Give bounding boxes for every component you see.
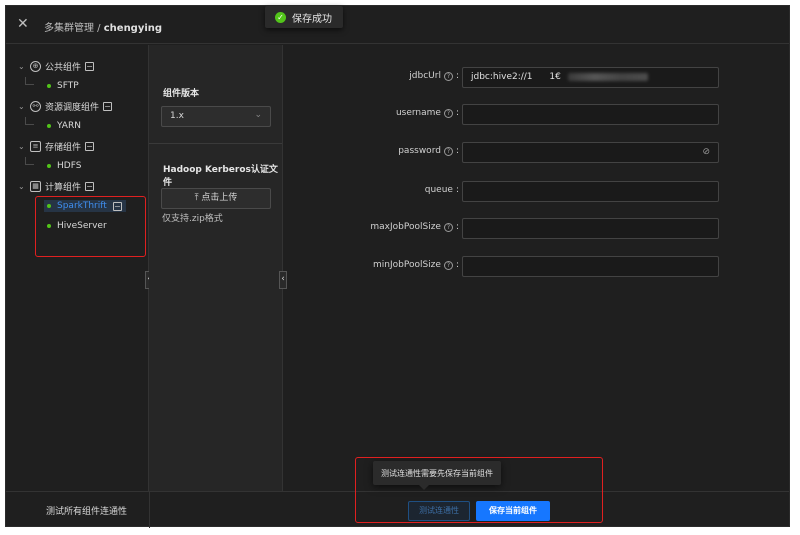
highlight-box [355,457,603,523]
tree-connector [25,77,34,85]
version-value: 1.x [170,111,184,121]
breadcrumb-separator: / [94,23,104,34]
page-title: 多集群管理 / chengying [44,19,162,34]
check-circle-icon: ✓ [275,11,286,23]
label-colon: : [455,222,459,232]
version-panel: 组件版本 1.x ⌄ Hadoop Kerberos认证文件 ⤒ 点击上传 仅支… [149,45,287,491]
label-colon: : [455,146,459,156]
divider [149,143,282,144]
tree-item-yarn[interactable]: YARN [47,121,81,131]
form-row-password: password ?: ⊘ [284,142,789,163]
help-icon[interactable]: ? [443,146,453,156]
chevron-down-icon[interactable]: ⌄ [18,62,26,71]
field-label-text: jdbcUrl [409,71,441,81]
username-input[interactable] [462,104,719,125]
form-row-queue: queue: [284,181,789,202]
tree-item-label: YARN [57,121,81,131]
field-label: username ?: [396,108,459,118]
tree-item-sftp[interactable]: SFTP [47,81,79,91]
field-label: minJobPoolSize ?: [373,260,459,270]
label-colon: : [455,108,459,118]
breadcrumb-cluster: chengying [103,23,163,34]
field-label: jdbcUrl ?: [409,71,459,81]
field-label: maxJobPoolSize ?: [370,222,459,232]
form-row-jdbcurl: jdbcUrl ?: jdbc:hive2://1 1€ [284,67,789,88]
field-label-text: queue [424,185,453,195]
upload-button[interactable]: ⤒ 点击上传 [161,188,271,209]
tree-item-label: HDFS [57,161,82,171]
component-tree: ⌄ ⊕ 公共组件 − SFTP ⌄ ⚯ 资源调度组件 − YARN ⌄ ≡ 存储… [6,45,153,491]
jdbcurl-input[interactable]: jdbc:hive2://1 1€ [462,67,719,88]
minjobpoolsize-input[interactable] [462,256,719,277]
version-label: 组件版本 [163,89,200,99]
status-dot-icon [47,124,51,128]
input-value: jdbc:hive2://1 [471,72,533,82]
redacted-text [567,72,648,81]
chevron-down-icon: ⌄ [254,110,262,120]
eye-invisible-icon[interactable]: ⊘ [702,147,710,157]
success-toast: ✓ 保存成功 [265,6,343,28]
compute-icon: ▦ [30,181,41,192]
help-icon[interactable]: ? [443,260,453,270]
tree-group-scheduling[interactable]: ⌄ ⚯ 资源调度组件 − [18,100,113,113]
field-label: queue: [425,185,459,195]
tree-group-label: 计算组件 [45,183,82,193]
tree-group-label: 存储组件 [45,143,82,153]
chevron-down-icon[interactable]: ⌄ [18,102,26,111]
divider [149,492,150,528]
status-dot-icon [47,84,51,88]
database-icon: ≡ [30,141,41,152]
tree-group-storage[interactable]: ⌄ ≡ 存储组件 − [18,140,95,153]
tree-group-label: 公共组件 [45,63,82,73]
upload-label: 点击上传 [201,193,238,203]
collapse-square-icon[interactable]: − [85,142,95,151]
password-input[interactable]: ⊘ [462,142,719,163]
cluster-manager-modal: ✕ 多集群管理 / chengying ⌄ ⊕ 公共组件 − SFTP ⌄ ⚯ … [5,5,790,528]
collapse-square-icon[interactable]: − [85,182,95,191]
component-config-form: jdbcUrl ?: jdbc:hive2://1 1€ username ?:… [284,45,789,491]
close-icon[interactable]: ✕ [17,17,31,31]
help-icon[interactable]: ? [443,222,453,232]
kerberos-label: Hadoop Kerberos认证文件 [163,165,278,188]
upload-hint: 仅支持.zip格式 [162,214,223,224]
tree-group-public[interactable]: ⌄ ⊕ 公共组件 − [18,60,95,73]
field-label-text: maxJobPoolSize [370,222,441,232]
modal-header: ✕ 多集群管理 / chengying [6,6,789,44]
label-colon: : [455,260,459,270]
globe-icon: ⊕ [30,61,41,72]
tree-connector [25,117,34,125]
test-all-connectivity-button[interactable]: 测试所有组件连通性 [46,504,127,517]
cluster-icon: ⚯ [30,101,41,112]
tree-item-label: SFTP [57,81,79,91]
queue-input[interactable] [462,181,719,202]
input-value-tail: 1€ [549,72,561,82]
collapse-square-icon[interactable]: − [85,62,95,71]
tree-item-hdfs[interactable]: HDFS [47,161,81,171]
field-label-text: password [398,146,441,156]
tree-group-label: 资源调度组件 [45,103,100,113]
form-row-username: username ?: [284,104,789,125]
toast-text: 保存成功 [292,13,332,25]
field-label-text: minJobPoolSize [373,260,441,270]
chevron-down-icon[interactable]: ⌄ [18,182,26,191]
collapse-square-icon[interactable]: − [103,102,113,111]
form-row-minjobpoolsize: minJobPoolSize ?: [284,256,789,277]
label-colon: : [455,185,459,195]
breadcrumb-root: 多集群管理 [44,23,94,34]
field-label-text: username [395,108,441,118]
highlight-box [35,196,146,257]
help-icon[interactable]: ? [443,108,453,118]
version-select[interactable]: 1.x ⌄ [161,106,271,127]
status-dot-icon [47,164,51,168]
field-label: password ?: [398,146,459,156]
help-icon[interactable]: ? [443,71,453,81]
label-colon: : [455,71,459,81]
maxjobpoolsize-input[interactable] [462,218,719,239]
upload-icon: ⤒ [194,193,199,203]
tree-connector [25,157,34,165]
tree-group-compute[interactable]: ⌄ ▦ 计算组件 − [18,180,95,193]
form-row-maxjobpoolsize: maxJobPoolSize ?: [284,218,789,239]
chevron-down-icon[interactable]: ⌄ [18,142,26,151]
